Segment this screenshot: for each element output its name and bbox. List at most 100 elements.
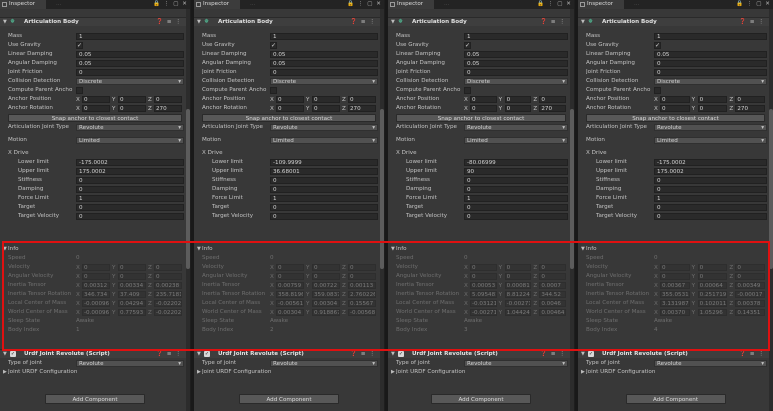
collision-detection-dropdown[interactable]: Discrete bbox=[654, 78, 767, 85]
anchor-position-x-field[interactable]: 0 bbox=[276, 96, 304, 103]
mass-field[interactable]: 1 bbox=[270, 33, 378, 40]
stiffness-field[interactable]: 0 bbox=[654, 177, 767, 184]
use-gravity-checkbox[interactable]: ✓ bbox=[464, 42, 471, 49]
add-component-button[interactable]: Add Component bbox=[45, 394, 145, 404]
joint-urdf-configuration-foldout[interactable]: ▶ Joint URDF Configuration bbox=[194, 368, 384, 377]
anchor-position-y-field[interactable]: 0 bbox=[697, 96, 728, 103]
foldout-arrow-icon[interactable]: ▼ bbox=[3, 351, 7, 357]
articulation-joint-type-dropdown[interactable]: Revolute bbox=[654, 124, 767, 131]
component-menu-icons[interactable]: ❓ ≡ ⋮ bbox=[156, 350, 182, 359]
mass-field[interactable]: 1 bbox=[76, 33, 184, 40]
linear-damping-field[interactable]: 0.05 bbox=[464, 51, 568, 58]
joint-friction-field[interactable]: 0 bbox=[464, 69, 568, 76]
target-field[interactable]: 0 bbox=[76, 204, 184, 211]
info-foldout[interactable]: ▼ Info bbox=[578, 245, 773, 254]
angular-damping-field[interactable]: 0 bbox=[654, 60, 767, 67]
damping-field[interactable]: 0 bbox=[76, 186, 184, 193]
articulation-body-header[interactable]: ▼ ✵ Articulation Body ❓ ≡ ⋮ bbox=[0, 17, 186, 26]
component-menu-icons[interactable]: ❓ ≡ ⋮ bbox=[156, 18, 182, 27]
foldout-arrow-icon[interactable]: ▼ bbox=[391, 351, 395, 357]
stiffness-field[interactable]: 0 bbox=[464, 177, 568, 184]
target-velocity-field[interactable]: 0 bbox=[464, 213, 568, 220]
foldout-arrow-icon[interactable]: ▶ bbox=[581, 368, 585, 377]
add-component-button[interactable]: Add Component bbox=[239, 394, 339, 404]
snap-anchor-button[interactable]: Snap anchor to closest contact bbox=[8, 114, 182, 122]
joint-friction-field[interactable]: 0 bbox=[76, 69, 184, 76]
joint-urdf-configuration-foldout[interactable]: ▶ Joint URDF Configuration bbox=[0, 368, 190, 377]
use-gravity-checkbox[interactable]: ✓ bbox=[654, 42, 661, 49]
compute-parent-anchor-checkbox[interactable] bbox=[270, 87, 277, 94]
component-menu-icons[interactable]: ❓ ≡ ⋮ bbox=[350, 350, 376, 359]
anchor-rotation-x-field[interactable]: 0 bbox=[82, 105, 110, 112]
force-limit-field[interactable]: 1 bbox=[464, 195, 568, 202]
inspector-tab[interactable]: Inspector bbox=[0, 0, 46, 9]
urdf-joint-revolute-header[interactable]: ▼ ✓ Urdf Joint Revolute (Script) ❓ ≡ ⋮ bbox=[194, 349, 380, 358]
tab-controls[interactable]: 🔒 ⋮ ▢ ✕ bbox=[153, 0, 188, 9]
compute-parent-anchor-checkbox[interactable] bbox=[654, 87, 661, 94]
use-gravity-checkbox[interactable]: ✓ bbox=[76, 42, 83, 49]
anchor-position-y-field[interactable]: 0 bbox=[504, 96, 532, 103]
linear-damping-field[interactable]: 0.05 bbox=[270, 51, 378, 58]
x-drive-row[interactable]: X Drive bbox=[194, 149, 384, 158]
target-velocity-field[interactable]: 0 bbox=[654, 213, 767, 220]
inspector-tab[interactable]: Inspector bbox=[578, 0, 624, 9]
foldout-arrow-icon[interactable]: ▼ bbox=[3, 245, 7, 254]
foldout-arrow-icon[interactable]: ▼ bbox=[3, 19, 7, 25]
angular-damping-field[interactable]: 0.05 bbox=[76, 60, 184, 67]
collision-detection-dropdown[interactable]: Discrete bbox=[270, 78, 378, 85]
add-component-button[interactable]: Add Component bbox=[431, 394, 531, 404]
type-of-joint-dropdown[interactable]: Revolute bbox=[270, 360, 378, 367]
stiffness-field[interactable]: 0 bbox=[76, 177, 184, 184]
tab-controls[interactable]: 🔒 ⋮ ▢ ✕ bbox=[537, 0, 572, 9]
collision-detection-dropdown[interactable]: Discrete bbox=[76, 78, 184, 85]
motion-dropdown[interactable]: Limited bbox=[654, 137, 767, 144]
type-of-joint-dropdown[interactable]: Revolute bbox=[464, 360, 568, 367]
articulation-body-header[interactable]: ▼ ✵ Articulation Body ❓ ≡ ⋮ bbox=[388, 17, 570, 26]
component-menu-icons[interactable]: ❓ ≡ ⋮ bbox=[350, 18, 376, 27]
upper-limit-field[interactable]: 175.0002 bbox=[76, 168, 184, 175]
scrollbar-thumb[interactable] bbox=[380, 109, 384, 269]
force-limit-field[interactable]: 1 bbox=[76, 195, 184, 202]
tab-controls[interactable]: 🔒 ⋮ ▢ ✕ bbox=[347, 0, 382, 9]
scrollbar-thumb[interactable] bbox=[769, 109, 773, 269]
info-foldout[interactable]: ▼ Info bbox=[194, 245, 384, 254]
anchor-position-x-field[interactable]: 0 bbox=[470, 96, 497, 103]
anchor-rotation-y-field[interactable]: 0 bbox=[118, 105, 146, 112]
articulation-body-header[interactable]: ▼ ✵ Articulation Body ❓ ≡ ⋮ bbox=[194, 17, 380, 26]
articulation-joint-type-dropdown[interactable]: Revolute bbox=[270, 124, 378, 131]
component-menu-icons[interactable]: ❓ ≡ ⋮ bbox=[540, 18, 566, 27]
foldout-arrow-icon[interactable]: ▶ bbox=[197, 368, 201, 377]
urdf-joint-revolute-header[interactable]: ▼ ✓ Urdf Joint Revolute (Script) ❓ ≡ ⋮ bbox=[578, 349, 769, 358]
anchor-rotation-y-field[interactable]: 0 bbox=[504, 105, 532, 112]
target-velocity-field[interactable]: 0 bbox=[270, 213, 378, 220]
x-drive-row[interactable]: X Drive bbox=[578, 149, 773, 158]
foldout-arrow-icon[interactable]: ▶ bbox=[3, 368, 7, 377]
info-foldout[interactable]: ▼ Info bbox=[0, 245, 190, 254]
scrollbar[interactable] bbox=[570, 9, 574, 411]
upper-limit-field[interactable]: 175.0002 bbox=[654, 168, 767, 175]
lower-limit-field[interactable]: -109.9999 bbox=[270, 159, 378, 166]
anchor-rotation-y-field[interactable]: 0 bbox=[697, 105, 728, 112]
anchor-rotation-x-field[interactable]: 0 bbox=[276, 105, 304, 112]
mass-field[interactable]: 1 bbox=[464, 33, 568, 40]
foldout-arrow-icon[interactable]: ▼ bbox=[581, 351, 585, 357]
inspector-tab[interactable]: Inspector bbox=[388, 0, 434, 9]
type-of-joint-dropdown[interactable]: Revolute bbox=[654, 360, 767, 367]
target-field[interactable]: 0 bbox=[270, 204, 378, 211]
upper-limit-field[interactable]: 36.68001 bbox=[270, 168, 378, 175]
foldout-arrow-icon[interactable]: ▶ bbox=[391, 368, 395, 377]
script-enabled-checkbox[interactable]: ✓ bbox=[10, 351, 16, 357]
x-drive-row[interactable]: X Drive bbox=[0, 149, 190, 158]
joint-friction-field[interactable]: 0 bbox=[654, 69, 767, 76]
foldout-arrow-icon[interactable]: ▼ bbox=[391, 245, 395, 254]
angular-damping-field[interactable]: 0.05 bbox=[464, 60, 568, 67]
target-velocity-field[interactable]: 0 bbox=[76, 213, 184, 220]
articulation-joint-type-dropdown[interactable]: Revolute bbox=[76, 124, 184, 131]
script-enabled-checkbox[interactable]: ✓ bbox=[588, 351, 594, 357]
damping-field[interactable]: 0 bbox=[654, 186, 767, 193]
scrollbar-thumb[interactable] bbox=[570, 109, 574, 269]
script-enabled-checkbox[interactable]: ✓ bbox=[398, 351, 404, 357]
articulation-joint-type-dropdown[interactable]: Revolute bbox=[464, 124, 568, 131]
anchor-position-z-field[interactable]: 0 bbox=[348, 96, 376, 103]
stiffness-field[interactable]: 0 bbox=[270, 177, 378, 184]
